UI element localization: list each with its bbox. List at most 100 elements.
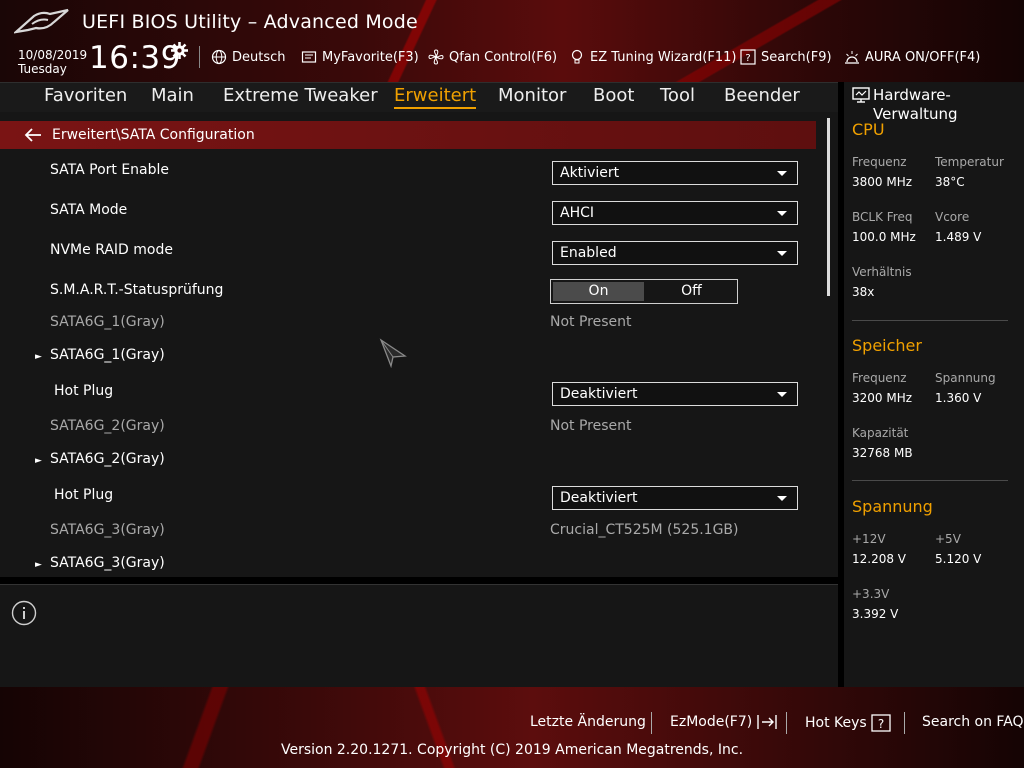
tab-tool[interactable]: Tool: [660, 85, 695, 106]
v5-label: +5V: [935, 532, 961, 546]
cpu-freq-value: 3800 MHz: [852, 175, 913, 189]
hotkeys-button[interactable]: Hot Keys ?: [805, 714, 891, 732]
v33-value: 3.392 V: [852, 607, 899, 621]
v5-value: 5.120 V: [935, 552, 982, 566]
sata6g-3-info-value: Crucial_CT525M (525.1GB): [550, 522, 739, 538]
ezmode-button[interactable]: EzMode(F7): [670, 714, 778, 730]
ez-tuning-button[interactable]: EZ Tuning Wizard(F11): [569, 48, 736, 66]
cpu-temp-label: Temperatur: [935, 155, 1004, 169]
bclk-label: BCLK Freq: [852, 210, 913, 224]
divider: [852, 320, 1008, 321]
footer-separator: [904, 712, 905, 734]
sata-port-enable-dropdown[interactable]: Aktiviert: [552, 161, 798, 185]
app-title: UEFI BIOS Utility – Advanced Mode: [82, 11, 418, 33]
breadcrumb-text: Erweitert\SATA Configuration: [52, 127, 255, 143]
nvme-raid-dropdown[interactable]: Enabled: [552, 241, 798, 265]
aura-label: AURA ON/OFF(F4): [865, 49, 981, 65]
chevron-down-icon: [777, 171, 787, 176]
sata6g-3-submenu[interactable]: ► SATA6G_3(Gray): [35, 555, 165, 571]
tab-erweitert[interactable]: Erweitert: [394, 85, 477, 109]
sata6g-1-info-value: Not Present: [550, 314, 632, 330]
cpu-temp-value: 38°C: [935, 175, 965, 189]
chevron-down-icon: [777, 392, 787, 397]
ezmode-icon: [757, 715, 777, 729]
hardware-title: Hardware-Verwaltung: [873, 86, 958, 123]
sata6g-3-submenu-label: SATA6G_3(Gray): [50, 555, 165, 571]
globe-icon: [211, 49, 227, 65]
mem-freq-value: 3200 MHz: [852, 391, 913, 405]
chevron-down-icon: [777, 211, 787, 216]
back-arrow-icon[interactable]: [24, 128, 42, 142]
rog-logo: [14, 8, 69, 34]
mouse-pointer-icon: [379, 338, 407, 368]
sata6g-2-info-label: SATA6G_2(Gray): [50, 418, 165, 434]
fan-icon: [428, 49, 444, 65]
qfan-button[interactable]: Qfan Control(F6): [428, 48, 557, 66]
sata6g-2-submenu[interactable]: ► SATA6G_2(Gray): [35, 451, 165, 467]
hotplug-2-label: Hot Plug: [54, 487, 114, 503]
question-icon: ?: [871, 714, 891, 732]
breadcrumb[interactable]: Erweitert\SATA Configuration: [0, 121, 816, 149]
qfan-label: Qfan Control(F6): [449, 49, 558, 65]
mem-freq-label: Frequenz: [852, 371, 907, 385]
v12-label: +12V: [852, 532, 886, 546]
faq-label: Search on FAQ: [922, 714, 1024, 730]
info-icon: [11, 600, 37, 626]
tab-main[interactable]: Main: [151, 85, 194, 106]
bulb-icon: [571, 49, 583, 64]
day-text: Tuesday: [18, 62, 67, 76]
tab-extreme-tweaker[interactable]: Extreme Tweaker: [223, 85, 378, 106]
smart-off-option[interactable]: Off: [646, 280, 737, 303]
gear-icon[interactable]: [171, 42, 188, 59]
hotplug-1-label: Hot Plug: [54, 383, 114, 399]
copyright-text: Version 2.20.1271. Copyright (C) 2019 Am…: [280, 742, 744, 758]
scrollbar[interactable]: [827, 118, 830, 296]
smart-label: S.M.A.R.T.-Statusprüfung: [50, 282, 224, 298]
svg-text:?: ?: [878, 717, 884, 731]
faq-button[interactable]: Search on FAQ: [922, 714, 1024, 730]
v33-label: +3.3V: [852, 587, 890, 601]
myfavorite-label: MyFavorite(F3): [322, 49, 419, 65]
sata6g-1-submenu[interactable]: ► SATA6G_1(Gray): [35, 347, 165, 363]
sata6g-3-info-label: SATA6G_3(Gray): [50, 522, 165, 538]
nvme-raid-value: Enabled: [560, 245, 617, 261]
sata-mode-value: AHCI: [560, 205, 595, 221]
settings-panel: Erweitert\SATA Configuration SATA Port E…: [0, 112, 838, 577]
hotplug-1-value: Deaktiviert: [560, 386, 638, 402]
myfavorite-button[interactable]: MyFavorite(F3): [301, 48, 419, 66]
tab-boot[interactable]: Boot: [593, 85, 634, 106]
search-button[interactable]: ? Search(F9): [740, 48, 832, 66]
mem-volt-label: Spannung: [935, 371, 996, 385]
v12-value: 12.208 V: [852, 552, 907, 566]
sata-mode-dropdown[interactable]: AHCI: [552, 201, 798, 225]
hotplug-2-dropdown[interactable]: Deaktiviert: [552, 486, 798, 510]
sata-port-enable-label: SATA Port Enable: [50, 162, 170, 178]
chevron-down-icon: [777, 496, 787, 501]
sata6g-2-info-value: Not Present: [550, 418, 632, 434]
language-button[interactable]: Deutsch: [211, 48, 286, 66]
header-bar: UEFI BIOS Utility – Advanced Mode 10/08/…: [0, 0, 1024, 82]
ezmode-label: EzMode(F7): [670, 714, 753, 730]
last-change-label: Letzte Änderung: [530, 714, 646, 730]
sata-port-enable-value: Aktiviert: [560, 165, 620, 181]
cpu-freq-label: Frequenz: [852, 155, 907, 169]
expand-arrow-icon: ►: [35, 352, 42, 362]
aura-button[interactable]: AURA ON/OFF(F4): [844, 48, 980, 66]
hotkeys-label: Hot Keys: [805, 715, 867, 731]
hotplug-1-dropdown[interactable]: Deaktiviert: [552, 382, 798, 406]
sata-mode-label: SATA Mode: [50, 202, 128, 218]
tab-monitor[interactable]: Monitor: [498, 85, 566, 106]
tab-favoriten[interactable]: Favoriten: [44, 85, 127, 106]
date-text: 10/08/2019: [18, 48, 88, 62]
cpu-heading: CPU: [852, 120, 885, 139]
smart-on-option[interactable]: On: [553, 282, 644, 301]
language-label: Deutsch: [232, 49, 286, 65]
monitor-icon: [852, 87, 870, 103]
memory-heading: Speicher: [852, 336, 922, 355]
main-nav: Favoriten Main Extreme Tweaker Erweitert…: [0, 82, 838, 112]
last-change-button[interactable]: Letzte Änderung: [530, 714, 646, 730]
footer-bar: Letzte Änderung EzMode(F7) Hot Keys ? Se…: [0, 687, 1024, 768]
chevron-down-icon: [777, 251, 787, 256]
tab-beender[interactable]: Beender: [724, 85, 800, 106]
smart-toggle[interactable]: On Off: [550, 279, 738, 304]
